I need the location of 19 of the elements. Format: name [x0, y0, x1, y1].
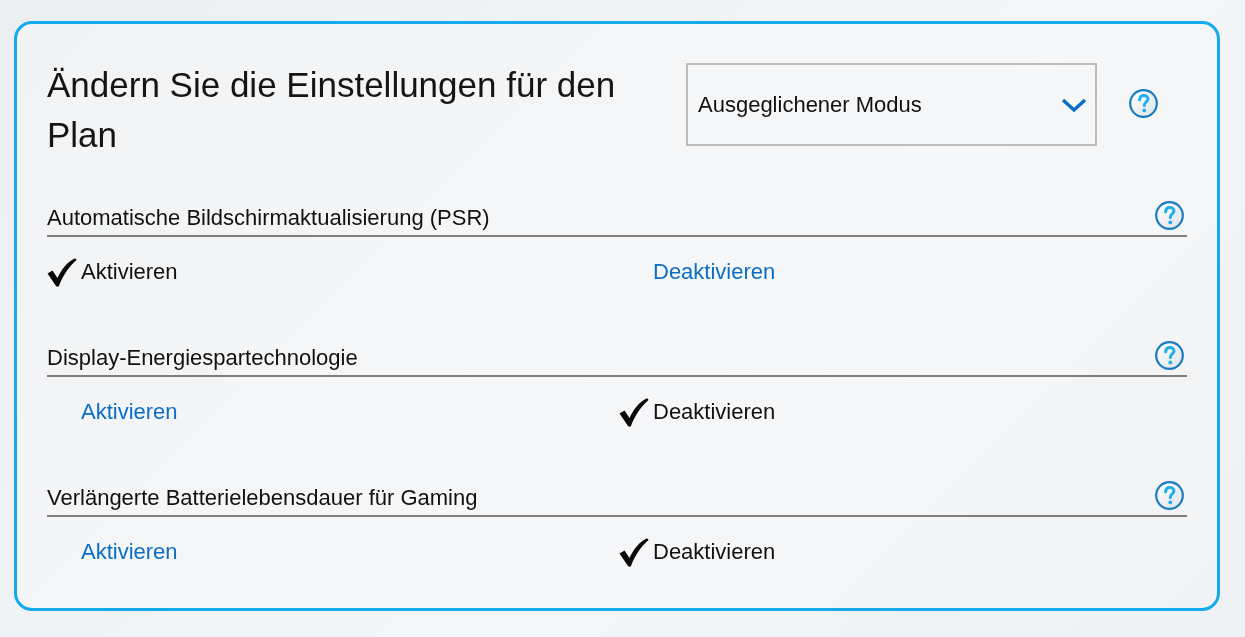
- help-icon[interactable]: [1155, 480, 1184, 510]
- section-heading: Display-Energiespartechnologie: [47, 344, 358, 372]
- selected-option[interactable]: Aktivieren: [47, 257, 178, 287]
- option-link[interactable]: Aktivieren: [81, 537, 178, 567]
- check-icon: [47, 257, 77, 287]
- help-icon[interactable]: [1155, 200, 1184, 230]
- section-heading: Automatische Bildschirmaktualisierung (PSR): [47, 204, 490, 232]
- check-icon: [619, 397, 649, 427]
- selected-option[interactable]: Deaktivieren: [619, 397, 776, 427]
- help-icon[interactable]: [1129, 89, 1158, 118]
- page-title: Ändern Sie die Einstellungen für den Plan: [47, 64, 617, 156]
- section-heading: Verlängerte Batterielebensdauer für Gaming: [47, 484, 478, 512]
- check-icon: [619, 537, 649, 567]
- option-link[interactable]: Deaktivieren: [653, 257, 776, 287]
- plan-dropdown[interactable]: Ausgeglichener Modus: [686, 63, 1097, 146]
- selected-option[interactable]: Deaktivieren: [619, 537, 776, 567]
- option-link[interactable]: Aktivieren: [81, 397, 178, 427]
- chevron-down-icon: [1061, 96, 1087, 113]
- help-icon[interactable]: [1155, 340, 1184, 370]
